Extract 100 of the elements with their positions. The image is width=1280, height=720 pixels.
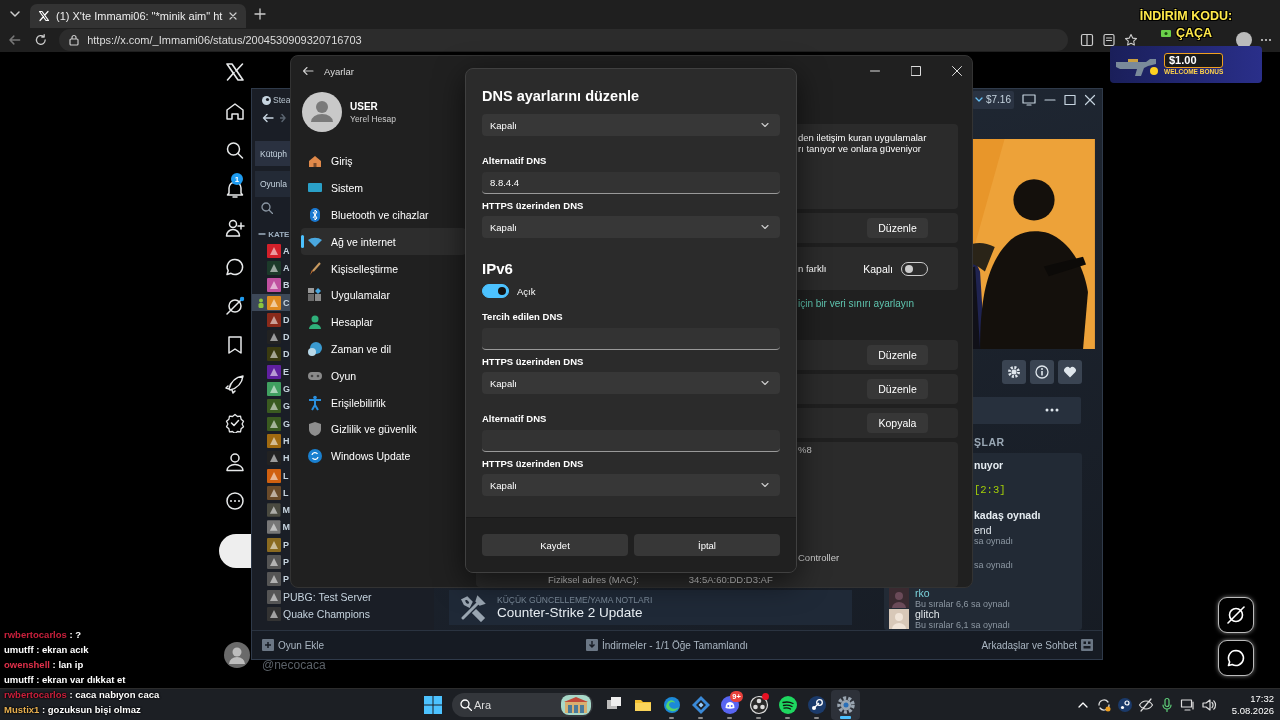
nav-item[interactable]: Uygulamalar [301, 282, 466, 309]
favorite-button[interactable] [1058, 359, 1082, 384]
address-bar[interactable]: https://x.com/_Immami06/status/2004530909320716703 [59, 29, 1068, 51]
nav-item[interactable]: Sistem [301, 174, 466, 202]
reader-icon[interactable] [1102, 33, 1116, 47]
game-list-item[interactable]: G [252, 414, 290, 433]
maximize-icon[interactable] [910, 66, 921, 76]
game-list-item[interactable]: M [252, 501, 290, 519]
nav-item[interactable]: Erişilebilirlik [301, 389, 466, 416]
dropdown[interactable]: Kapalı [482, 114, 780, 136]
forward-arrow-icon[interactable] [280, 113, 286, 123]
game-list-item[interactable]: D [252, 328, 290, 346]
game-list-item[interactable]: D [252, 311, 290, 329]
close-icon[interactable] [951, 66, 962, 76]
game-list-item[interactable]: G [252, 397, 290, 415]
floating-button[interactable] [1218, 640, 1254, 676]
friends-chat-button[interactable]: Arkadaşlar ve Sohbet [981, 639, 1093, 651]
input-field[interactable] [482, 430, 780, 452]
game-list-item[interactable]: E [252, 363, 290, 381]
game-list-item[interactable]: P [252, 536, 290, 554]
sync-icon[interactable] [1095, 696, 1112, 713]
search-icon[interactable] [261, 202, 273, 214]
bell-icon[interactable] [224, 179, 246, 199]
close-icon[interactable] [1084, 93, 1096, 106]
downloads-button[interactable]: İndirmeler - 1/1 Öğe Tamamlandı [586, 639, 748, 651]
game-list-item[interactable]: Quake Champions [252, 605, 434, 623]
data-limit-link[interactable]: için bir veri sınırı ayarlayın [798, 297, 915, 309]
cancel-button[interactable]: İptal [634, 534, 780, 556]
post-button[interactable] [219, 534, 251, 568]
floating-button[interactable] [1218, 597, 1254, 633]
games-filter[interactable]: Oyunla [255, 171, 290, 197]
library-tab[interactable]: Kütüph [255, 141, 290, 166]
game-list-item[interactable]: P [252, 553, 290, 571]
add-game-button[interactable]: Oyun Ekle [262, 639, 325, 651]
home-icon[interactable] [224, 101, 246, 121]
more-options-icon[interactable] [224, 491, 246, 511]
nav-item[interactable]: Giriş [301, 148, 466, 175]
game-list-item[interactable]: L [252, 484, 290, 502]
game-list-item[interactable]: D [252, 345, 290, 364]
game-list-item[interactable]: C [252, 293, 290, 312]
game-list-item[interactable]: G [252, 380, 290, 398]
category-header[interactable]: KATE [268, 229, 290, 239]
close-icon[interactable] [228, 11, 239, 21]
wallet-balance[interactable]: $7.16 [971, 90, 1014, 109]
monitor-icon[interactable] [1022, 93, 1036, 106]
split-screen-icon[interactable] [1080, 33, 1094, 47]
star-icon[interactable] [1124, 33, 1138, 47]
slashed-circle-icon[interactable] [224, 296, 246, 316]
taskbar-app[interactable] [831, 689, 860, 720]
more-icon[interactable] [1045, 408, 1059, 413]
collapse-icon[interactable] [258, 231, 266, 237]
save-button[interactable]: Kaydet [482, 534, 628, 556]
profile-icon[interactable] [224, 452, 246, 472]
browser-tab[interactable]: (1) X'te Immami06: "*minik aim" ht [30, 4, 247, 28]
search-icon[interactable] [224, 140, 246, 160]
reload-icon[interactable] [33, 33, 48, 47]
x-logo-icon[interactable] [225, 62, 245, 82]
back-arrow-icon[interactable] [302, 66, 314, 76]
toggle-switch[interactable] [482, 284, 509, 298]
dropdown[interactable]: Kapalı [482, 216, 780, 238]
dropdown[interactable]: Kapalı [482, 372, 780, 394]
game-list-item[interactable]: PUBG: Test Server [252, 587, 434, 606]
edit-button[interactable]: Düzenle [867, 218, 928, 238]
dropdown[interactable]: Kapalı [482, 474, 780, 496]
game-list-item[interactable]: L [252, 466, 290, 485]
game-list-item[interactable]: M [252, 518, 290, 537]
nav-item[interactable]: Gizlilik ve güvenlik [301, 415, 466, 443]
network-icon[interactable] [1179, 696, 1196, 713]
avatar-icon[interactable] [224, 642, 250, 668]
edit-button[interactable]: Düzenle [867, 379, 928, 399]
edit-button[interactable]: Kopyala [867, 413, 928, 433]
info-button[interactable] [1030, 359, 1054, 384]
game-list-item[interactable]: B [252, 276, 290, 294]
nav-item[interactable]: Zaman ve dil [301, 335, 466, 363]
game-list-item[interactable]: A [252, 259, 290, 277]
input-field[interactable] [482, 328, 780, 350]
maximize-icon[interactable] [1064, 93, 1076, 106]
plus-icon[interactable] [254, 8, 267, 20]
nav-item[interactable]: Oyun [301, 362, 466, 390]
edit-button[interactable]: Düzenle [867, 345, 928, 365]
rocket-icon[interactable] [224, 374, 246, 394]
verified-badge-icon[interactable] [224, 413, 246, 433]
game-list-item[interactable]: A [252, 242, 290, 260]
add-person-icon[interactable] [224, 218, 246, 238]
game-list-item[interactable]: H [252, 432, 290, 450]
windows-logo-icon[interactable] [423, 694, 443, 715]
input-field[interactable]: 8.8.4.4 [482, 172, 780, 194]
friend-name[interactable]: glitch [915, 609, 1011, 620]
back-arrow-icon[interactable] [262, 113, 274, 123]
settings-button[interactable] [1002, 359, 1026, 384]
nav-item[interactable]: Ağ ve internet [301, 228, 466, 256]
game-list-item[interactable]: H [252, 449, 290, 467]
back-arrow-icon[interactable] [8, 33, 22, 47]
news-card[interactable]: KÜÇÜK GÜNCELLEME/YAMA NOTLARI Counter-Strike 2 Update [449, 590, 852, 625]
friend-name[interactable]: rko [915, 588, 1011, 599]
game-list-item[interactable]: P [252, 570, 290, 588]
nav-item[interactable]: Bluetooth ve cihazlar [301, 201, 466, 229]
nav-item[interactable]: Windows Update [301, 442, 466, 470]
nav-item[interactable]: Kişiselleştirme [301, 255, 466, 282]
chat-bubble-icon[interactable] [224, 257, 246, 277]
